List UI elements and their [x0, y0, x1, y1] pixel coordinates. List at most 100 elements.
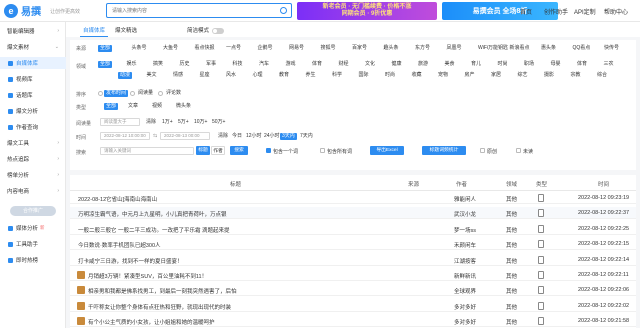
table-row[interactable]: 万明凉生霸气语，中元月上九星明，小儿真把青荷叶，万点银 武汉小龙 其他 2022-08… — [70, 207, 636, 220]
row-title[interactable]: 打卡咸宁三日游，找到不一样的夏日盛宴！ — [78, 257, 395, 265]
partner-promo-button[interactable]: 合作推广 — [10, 206, 56, 216]
tab-selected-articles[interactable]: 爆文精选 — [112, 25, 140, 37]
table-row[interactable]: 一般二般三般它 一般二平三成功。一改把了平乐霜 滴题起来提 梦一场ss 其他 2022… — [70, 223, 636, 235]
sources-chip[interactable]: 凤凰号 — [445, 45, 464, 52]
domains-chip[interactable]: 心理 — [251, 72, 265, 79]
domains-chip[interactable]: 体育 — [575, 61, 589, 68]
search-button[interactable]: 搜索 — [230, 146, 248, 155]
sources-chip[interactable]: WiFi万能钥匙 — [476, 45, 510, 52]
domains-chip[interactable]: 风水 — [224, 72, 238, 79]
domains-chip[interactable]: 汽车 — [257, 61, 271, 68]
time-24h[interactable]: 24小时 — [262, 133, 282, 140]
sources-chip[interactable]: 快传号 — [602, 45, 621, 52]
sidebar-group-ecommerce[interactable]: 内容电商 › — [0, 185, 66, 197]
row-author[interactable]: 江湖按客 — [454, 257, 476, 265]
domains-chip[interactable]: 科学 — [330, 72, 344, 79]
promo-banner-renewal[interactable]: 新老会员 · 无门槛续费 · 价格不涨 同期会员 · 9折优惠 — [297, 2, 437, 20]
export-excel-button[interactable]: 导出Excel — [370, 146, 404, 155]
row-title[interactable]: 今日数说·数率手机团队已超300人 — [78, 241, 395, 249]
time-clear[interactable]: 清除 — [216, 133, 230, 140]
time-12h[interactable]: 12小时 — [244, 133, 264, 140]
row-title[interactable]: 2022-08-12它省山]海南山海南山 — [78, 195, 395, 203]
time-3d[interactable]: 3天内 — [280, 133, 297, 140]
title-scope-button[interactable]: 标题 — [196, 146, 210, 155]
table-row[interactable]: 月销超3万辆！紧凑型SUV，百公里油耗不到11！ 新鲜新讯 其他 2022-08-12… — [70, 269, 636, 281]
nav-help[interactable]: 帮助中心 — [604, 7, 628, 16]
domains-chip[interactable]: 娱乐 — [125, 61, 139, 68]
domains-chip[interactable]: 文化 — [363, 61, 377, 68]
row-author[interactable]: 多对多好 — [454, 303, 476, 311]
column-time[interactable]: 时间 — [598, 180, 609, 188]
row-author[interactable]: 禾颜闲车 — [454, 241, 476, 249]
sidebar-item-video-library[interactable]: 视频库 — [0, 73, 66, 85]
match-all-checkbox[interactable] — [320, 148, 325, 153]
logo[interactable]: e 易撰 — [4, 3, 41, 18]
domains-chip[interactable]: 养生 — [304, 72, 318, 79]
reads-500k[interactable]: 50万+ — [210, 119, 227, 126]
time-7d[interactable]: 7天内 — [298, 133, 315, 140]
type-option-all[interactable]: 全部 — [104, 103, 119, 110]
domains-chip[interactable]: 三农 — [602, 61, 616, 68]
domains-chip[interactable]: 宠物 — [436, 72, 450, 79]
table-row[interactable]: 今日数说·数率手机团队已超300人 禾颜闲车 其他 2022-08-12 09:22:… — [70, 238, 636, 251]
domains-chip[interactable]: 综合 — [595, 72, 609, 79]
type-option-microhead[interactable]: 微头条 — [174, 103, 193, 110]
domains-chip[interactable]: 时尚 — [383, 72, 397, 79]
domains-chip[interactable]: 国际 — [357, 72, 371, 79]
domains-chip[interactable]: 搞笑 — [151, 61, 165, 68]
domains-chip[interactable]: 军事 — [204, 61, 218, 68]
sources-chip[interactable]: 趣头条 — [382, 45, 401, 52]
sidebar-group-hot[interactable]: 热点追踪 › — [0, 153, 66, 165]
sources-chip[interactable]: 网易号 — [287, 45, 306, 52]
row-author[interactable]: 新鲜新讯 — [454, 272, 476, 280]
sources-chip[interactable]: 一点号 — [224, 45, 243, 52]
keyword-input[interactable]: 请输入关键词 — [100, 147, 194, 155]
sidebar-item-media-library[interactable]: 自媒体库 — [0, 57, 66, 69]
row-title[interactable]: 有个小公主气质的小女孩，让小姐姐和她的温暖呵护 — [88, 318, 395, 326]
reads-100k[interactable]: 10万+ — [192, 119, 209, 126]
row-author[interactable]: 武汉小龙 — [454, 210, 476, 218]
reads-50k[interactable]: 5万+ — [176, 119, 191, 126]
row-title[interactable]: 一般二般三般它 一般二平三成功。一改把了平乐霜 滴题起来提 — [78, 226, 395, 234]
sidebar-item-author-search[interactable]: 作者查询 — [0, 121, 66, 133]
sidebar-item-topic-library[interactable]: 话题库 — [0, 89, 66, 101]
table-row[interactable]: 相亲男和我都是佛系找男工，到最后一刻我突然遇害了，后怕 全球观界 其他 2022-08… — [70, 284, 636, 297]
sort-option-comments[interactable]: 评论数 — [164, 90, 183, 97]
promo-banner-discount[interactable]: 易撰会员 全场8折 — [442, 2, 558, 20]
row-title[interactable]: 万明凉生霸气语，中元月上九星明，小儿真把青荷叶，万点银 — [78, 210, 395, 218]
domains-chip[interactable]: 体育 — [310, 61, 324, 68]
domains-chip[interactable]: 家居 — [489, 72, 503, 79]
sidebar-link-tools[interactable]: 工具助手 — [0, 238, 66, 250]
table-row[interactable]: 打卡咸宁三日游，找到不一样的夏日盛宴！ 江湖按客 其他 2022-08-12 09:2… — [70, 254, 636, 266]
domains-chip[interactable]: 情感 — [171, 72, 185, 79]
row-author[interactable]: 梦一场ss — [454, 226, 476, 234]
reads-min-input[interactable]: 阅读量大于 — [100, 118, 140, 126]
column-title[interactable]: 标题 — [230, 180, 241, 188]
domains-chip[interactable]: 美食 — [443, 61, 457, 68]
sources-chip[interactable]: 搜狐号 — [319, 45, 338, 52]
sidebar-group-tools[interactable]: 爆文工具 › — [0, 137, 66, 149]
domains-chip[interactable]: 职场 — [522, 61, 536, 68]
sources-chip[interactable]: 百家号 — [350, 45, 369, 52]
domains-chip[interactable]: 宗教 — [569, 72, 583, 79]
table-row[interactable]: 有个小公主气质的小女孩，让小姐姐和她的温暖呵护 多对多好 其他 2022-08-12 … — [70, 315, 636, 328]
nav-api[interactable]: API定制 — [574, 7, 596, 16]
type-option-video[interactable]: 视频 — [150, 103, 164, 110]
table-row[interactable]: 千吓称女让你整个身体有点狂热和狂野，就现出现代的时装 多对多好 其他 2022-08-… — [70, 300, 636, 312]
sidebar-group-ranking[interactable]: 榜单分析 › — [0, 169, 66, 181]
reads-10k[interactable]: 1万+ — [160, 119, 175, 126]
original-checkbox[interactable] — [480, 148, 485, 153]
tab-media-library[interactable]: 自媒体库 — [80, 25, 109, 37]
reads-clear[interactable]: 清除 — [144, 119, 158, 126]
unread-checkbox[interactable] — [516, 148, 521, 153]
sources-chip[interactable]: 大鱼号 — [161, 45, 180, 52]
sort-radio-comments[interactable] — [158, 91, 163, 96]
row-title[interactable]: 相亲男和我都是佛系找男工，到最后一刻我突然遇害了，后怕 — [88, 287, 395, 295]
author-scope-button[interactable]: 作者 — [211, 146, 225, 155]
domains-chip[interactable]: 摄影 — [542, 72, 556, 79]
sources-chip[interactable]: 看点快报 — [193, 45, 217, 52]
search-icon[interactable] — [280, 7, 287, 14]
sidebar-group-materials[interactable]: 爆文素材 ⌄ — [0, 41, 66, 53]
sort-radio-reads[interactable] — [130, 91, 135, 96]
domains-chip[interactable]: 全部 — [98, 61, 113, 68]
